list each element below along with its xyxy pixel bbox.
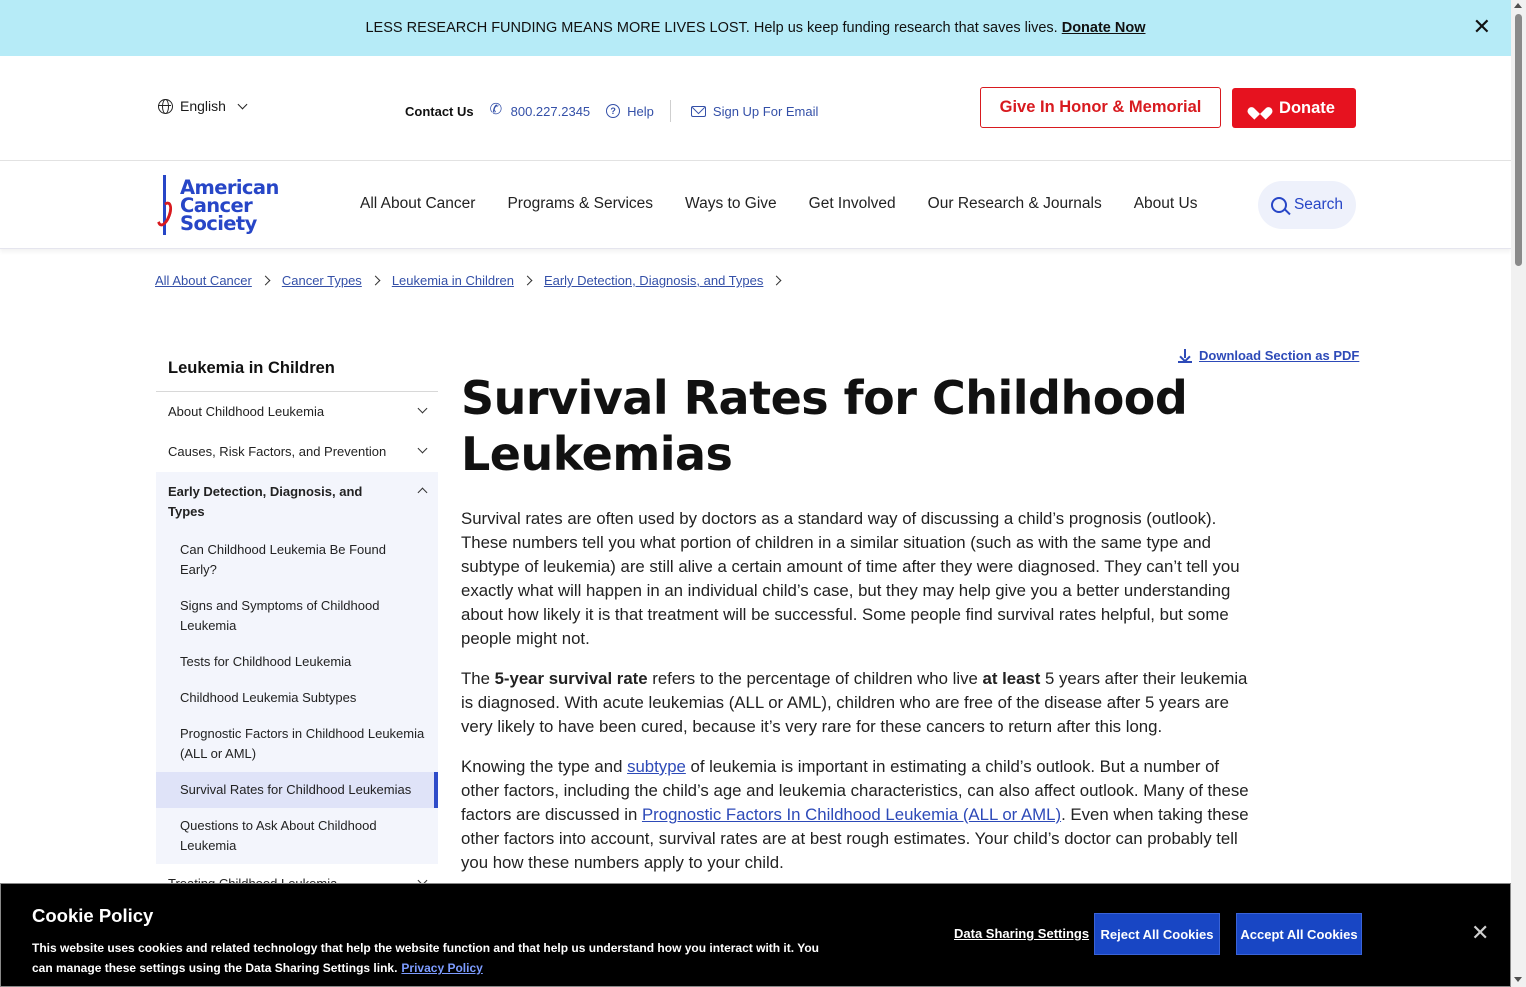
page: LESS RESEARCH FUNDING MEANS MORE LIVES L… xyxy=(0,0,1511,987)
chevron-right-icon xyxy=(260,275,271,286)
sidebar-item-label: Causes, Risk Factors, and Prevention xyxy=(168,444,387,459)
logo-line-3: Society xyxy=(180,212,257,235)
chevron-down-icon xyxy=(417,403,428,414)
chevron-right-icon xyxy=(522,275,533,286)
acs-logo[interactable]: American Cancer Society xyxy=(153,173,287,239)
sidebar-subitem-active[interactable]: Survival Rates for Childhood Leukemias xyxy=(156,772,438,808)
page-title: Survival Rates for Childhood Leukemias xyxy=(461,371,1188,481)
sidebar-subitem[interactable]: Questions to Ask About Childhood Leukemi… xyxy=(156,808,438,864)
page-scrollbar[interactable] xyxy=(1511,0,1526,987)
cookie-title: Cookie Policy xyxy=(32,905,154,926)
paragraph: Knowing the type and subtype of leukemia… xyxy=(461,757,1249,872)
sidebar-item-causes[interactable]: Causes, Risk Factors, and Prevention xyxy=(156,432,438,472)
mail-icon xyxy=(690,105,706,117)
logo-text: American Cancer Society xyxy=(180,178,279,235)
sidebar-subitem[interactable]: Childhood Leukemia Subtypes xyxy=(156,680,438,716)
language-label: English xyxy=(180,98,226,114)
banner-message: LESS RESEARCH FUNDING MEANS MORE LIVES L… xyxy=(365,20,1058,36)
subtype-link[interactable]: subtype xyxy=(627,757,686,776)
accept-cookies-button[interactable]: Accept All Cookies xyxy=(1236,913,1362,955)
logo-sword-mark xyxy=(153,199,176,229)
download-icon xyxy=(1178,348,1192,363)
search-button[interactable]: Search xyxy=(1258,181,1356,229)
scroll-down-icon[interactable] xyxy=(1514,977,1522,982)
give-in-honor-button[interactable]: Give In Honor & Memorial xyxy=(980,87,1221,128)
search-icon xyxy=(1270,197,1287,213)
heart-icon xyxy=(1253,102,1267,115)
paragraph: The 5-year survival rate refers to the p… xyxy=(461,669,1248,736)
email-signup-link[interactable]: Sign Up For Email xyxy=(690,103,819,119)
sidebar-item-label: Early Detection, Diagnosis, and Types xyxy=(168,484,363,519)
breadcrumb-link[interactable]: Leukemia in Children xyxy=(392,273,514,288)
search-label: Search xyxy=(1293,196,1344,213)
help-label: Help xyxy=(627,103,654,119)
paragraph: Survival rates are often used by doctors… xyxy=(461,509,1240,648)
main-navigation: American Cancer Society All About Cancer… xyxy=(0,161,1511,249)
contact-label: Contact Us xyxy=(405,103,474,119)
utility-bar: English Contact Us 800.227.2345 ? Help S… xyxy=(0,56,1511,161)
phone-link[interactable]: 800.227.2345 xyxy=(490,100,591,119)
divider xyxy=(669,100,671,122)
nav-menu: All About Cancer Programs & Services Way… xyxy=(344,195,1213,213)
nav-item-get-involved[interactable]: Get Involved xyxy=(809,195,896,213)
section-sidebar: Leukemia in Children About Childhood Leu… xyxy=(156,345,438,904)
breadcrumb-link[interactable]: All About Cancer xyxy=(155,273,252,288)
sidebar-item-label: About Childhood Leukemia xyxy=(168,404,325,419)
sidebar-item-early-detection[interactable]: Early Detection, Diagnosis, and Types xyxy=(156,472,438,532)
reject-cookies-button[interactable]: Reject All Cookies xyxy=(1094,913,1220,955)
breadcrumb-link[interactable]: Cancer Types xyxy=(282,273,362,288)
contact-links: Contact Us 800.227.2345 ? Help Sign Up F… xyxy=(405,100,834,122)
globe-icon xyxy=(158,98,173,114)
nav-item-research-journals[interactable]: Our Research & Journals xyxy=(928,195,1102,213)
chevron-right-icon xyxy=(370,275,381,286)
cookie-close-icon[interactable]: ✕ xyxy=(1471,920,1489,946)
nav-item-all-about-cancer[interactable]: All About Cancer xyxy=(360,195,475,213)
scrollbar-thumb[interactable] xyxy=(1515,14,1522,266)
announcement-banner: LESS RESEARCH FUNDING MEANS MORE LIVES L… xyxy=(0,0,1511,56)
prognostic-factors-link[interactable]: Prognostic Factors In Childhood Leukemia… xyxy=(642,805,1061,824)
privacy-policy-link[interactable]: Privacy Policy xyxy=(401,961,482,975)
download-pdf-label: Download Section as PDF xyxy=(1199,348,1360,363)
nav-item-programs-services[interactable]: Programs & Services xyxy=(507,195,653,213)
help-link[interactable]: ? Help xyxy=(606,104,654,119)
sidebar-subitem[interactable]: Tests for Childhood Leukemia xyxy=(156,644,438,680)
chevron-down-icon xyxy=(237,99,248,109)
breadcrumb-link[interactable]: Early Detection, Diagnosis, and Types xyxy=(544,273,763,288)
chevron-up-icon xyxy=(417,487,428,498)
chevron-down-icon xyxy=(417,443,428,454)
sidebar-subitem[interactable]: Prognostic Factors in Childhood Leukemia… xyxy=(156,716,438,772)
phone-icon xyxy=(490,100,504,118)
sidebar-subitem[interactable]: Can Childhood Leukemia Be Found Early? xyxy=(156,532,438,588)
donate-now-link[interactable]: Donate Now xyxy=(1062,20,1146,36)
help-icon: ? xyxy=(606,104,621,118)
sidebar-item-about[interactable]: About Childhood Leukemia xyxy=(156,392,438,432)
language-selector[interactable]: English xyxy=(158,98,248,114)
donate-label: Donate xyxy=(1279,98,1335,117)
donate-button[interactable]: Donate xyxy=(1232,88,1356,128)
nav-item-ways-to-give[interactable]: Ways to Give xyxy=(685,195,777,213)
email-signup-label: Sign Up For Email xyxy=(712,103,819,119)
breadcrumb: All About Cancer Cancer Types Leukemia i… xyxy=(155,273,793,288)
sidebar-title: Leukemia in Children xyxy=(156,345,438,392)
data-sharing-settings-link[interactable]: Data Sharing Settings xyxy=(954,926,1089,941)
cookie-banner: Cookie Policy This website uses cookies … xyxy=(0,883,1511,987)
sidebar-subitem[interactable]: Signs and Symptoms of Childhood Leukemia xyxy=(156,588,438,644)
cookie-description: This website uses cookies and related te… xyxy=(32,941,819,975)
chevron-right-icon xyxy=(771,275,782,286)
scroll-up-icon[interactable] xyxy=(1514,3,1522,8)
nav-item-about-us[interactable]: About Us xyxy=(1134,195,1198,213)
download-pdf-link[interactable]: Download Section as PDF xyxy=(1178,348,1359,363)
phone-number: 800.227.2345 xyxy=(510,103,591,119)
banner-close-icon[interactable]: ✕ xyxy=(1473,16,1491,38)
sidebar-group-early-detection: Early Detection, Diagnosis, and Types Ca… xyxy=(156,472,438,864)
